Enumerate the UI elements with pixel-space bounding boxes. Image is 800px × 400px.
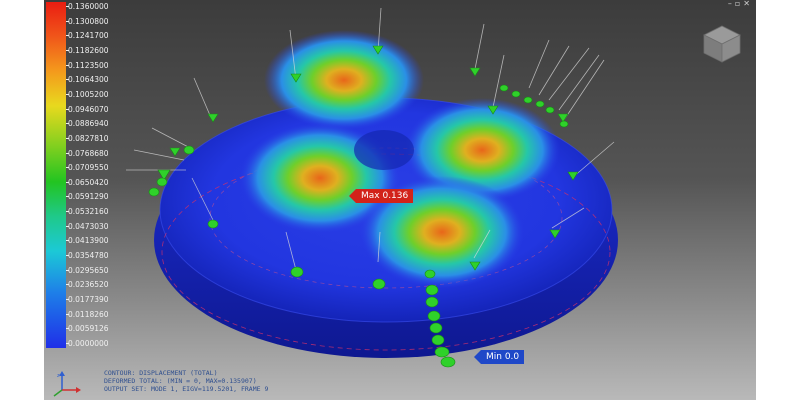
legend-tick bbox=[66, 35, 69, 37]
info-contour: CONTOUR: DISPLACEMENT (TOTAL) bbox=[104, 369, 218, 377]
legend-label: 0.0473030 bbox=[68, 221, 109, 231]
close-button[interactable]: ✕ bbox=[743, 0, 750, 10]
info-deformed: DEFORMED TOTAL: (MIN = 0, MAX=0.135907) bbox=[104, 377, 257, 385]
legend-tick bbox=[66, 79, 69, 81]
legend-label: 0.1360000 bbox=[68, 2, 109, 11]
legend-label: 0.1182600 bbox=[68, 45, 109, 55]
contour-legend: 0.1360000 0.1300800 0.1241700 0.1182600 0.11… bbox=[46, 2, 146, 348]
legend-label: 0.0650420 bbox=[68, 177, 109, 187]
legend-label: 0.0532160 bbox=[68, 207, 109, 217]
legend-label: 0.0886940 bbox=[68, 119, 109, 129]
legend-tick bbox=[66, 137, 69, 139]
legend-label: 0.1123500 bbox=[68, 60, 109, 70]
legend-tick bbox=[66, 299, 69, 301]
info-output-set: OUTPUT SET: MODE 1, EIGV=119.5201, FRAME… bbox=[104, 385, 269, 393]
legend-label: 0.0177390 bbox=[68, 295, 109, 305]
axis-triad-icon: z bbox=[53, 371, 81, 397]
restore-button[interactable]: ▫ bbox=[735, 0, 740, 10]
legend-label: 0.0236520 bbox=[68, 280, 109, 290]
legend-label: 0.1005200 bbox=[68, 89, 109, 99]
legend-label: 0.0413900 bbox=[68, 236, 109, 246]
legend-tick bbox=[66, 108, 69, 110]
legend-tick bbox=[66, 328, 69, 330]
svg-text:z: z bbox=[57, 373, 60, 379]
legend-label: 0.0354780 bbox=[68, 251, 109, 261]
legend-tick bbox=[66, 123, 69, 125]
legend-label: 0.0118260 bbox=[68, 309, 109, 319]
legend-label: 0.0709550 bbox=[68, 163, 109, 173]
legend-tick bbox=[66, 196, 69, 198]
legend-tick bbox=[66, 269, 69, 271]
legend-label: 0.0768680 bbox=[68, 148, 109, 158]
legend-tick bbox=[66, 240, 69, 242]
legend-tick bbox=[66, 181, 69, 183]
legend-label: 0.0591290 bbox=[68, 192, 109, 202]
legend-tick bbox=[66, 64, 69, 66]
legend-color-bar bbox=[46, 2, 66, 348]
legend-tick bbox=[66, 211, 69, 213]
min-marker-label: Min 0.0 bbox=[473, 350, 525, 364]
legend-label: 0.0946070 bbox=[68, 104, 109, 114]
view-cube-icon[interactable] bbox=[700, 22, 744, 66]
legend-tick bbox=[66, 225, 69, 227]
legend-tick bbox=[66, 284, 69, 286]
legend-tick bbox=[66, 167, 69, 169]
legend-label: 0.0059126 bbox=[68, 324, 109, 334]
legend-tick bbox=[66, 49, 69, 51]
window-controls: – ▫ ✕ bbox=[728, 0, 750, 10]
legend-tick bbox=[66, 313, 69, 315]
legend-tick bbox=[66, 6, 69, 7]
output-info: CONTOUR: DISPLACEMENT (TOTAL) DEFORMED T… bbox=[104, 369, 268, 393]
legend-tick bbox=[66, 152, 69, 154]
legend-label: 0.1241700 bbox=[68, 31, 109, 41]
max-marker-label: Max 0.136 bbox=[348, 189, 414, 203]
legend-tick bbox=[66, 93, 69, 95]
legend-tick bbox=[66, 255, 69, 257]
legend-tick bbox=[66, 343, 69, 344]
minimize-button[interactable]: – bbox=[728, 0, 732, 10]
legend-tick bbox=[66, 20, 69, 22]
legend-label: 0.1064300 bbox=[68, 75, 109, 85]
legend-label: 0.0295650 bbox=[68, 265, 109, 275]
model-viewport[interactable]: 0.1360000 0.1300800 0.1241700 0.1182600 0.11… bbox=[44, 0, 756, 400]
legend-label: 0.1300800 bbox=[68, 16, 109, 26]
legend-label: 0.0000000 bbox=[68, 339, 109, 348]
legend-label: 0.0827810 bbox=[68, 133, 109, 143]
